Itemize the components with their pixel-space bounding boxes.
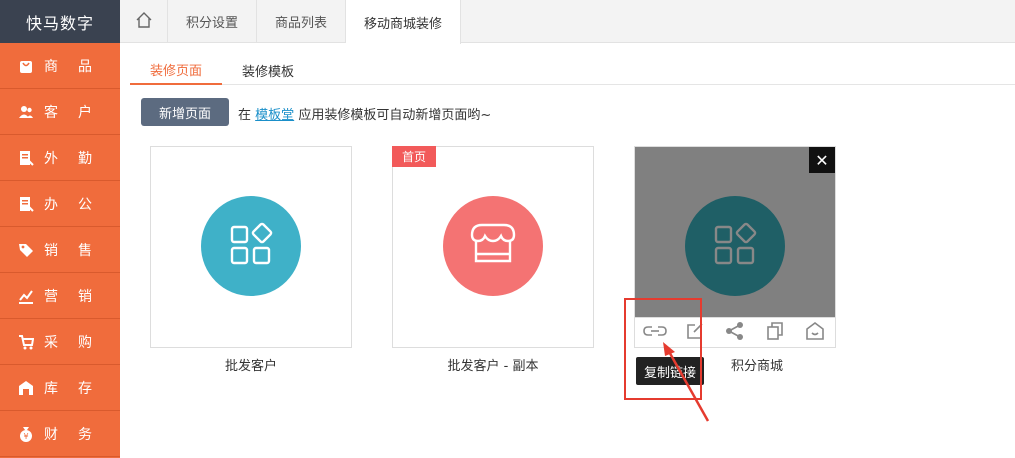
storefront-icon — [467, 221, 519, 271]
house-icon — [805, 321, 825, 345]
subtab-decoration-pages[interactable]: 装修页面 — [130, 55, 223, 85]
sidebar-item-office[interactable]: 办公 — [0, 181, 120, 227]
tab-mobile-mall-decoration[interactable]: 移动商城装修 — [346, 0, 462, 44]
sidebar-item-label: 财务 — [44, 426, 112, 443]
clipboard-icon — [18, 150, 34, 166]
sidebar-item-field[interactable]: 外勤 — [0, 135, 120, 181]
edit-icon — [686, 322, 704, 344]
apps-icon — [710, 219, 760, 273]
svg-text:¥: ¥ — [23, 432, 28, 441]
sidebar: 快马数字 商品 客户 外勤 办公 销售 营销 采购 库存 ¥ 财务 — [0, 0, 120, 458]
share-page-button[interactable] — [723, 321, 747, 345]
share-icon — [725, 321, 745, 345]
set-homepage-button[interactable] — [803, 321, 827, 345]
home-icon — [135, 11, 153, 33]
close-icon: ✕ — [815, 150, 829, 170]
bag-icon — [18, 58, 34, 74]
warehouse-icon — [18, 380, 34, 396]
sidebar-item-label: 采购 — [44, 334, 112, 351]
copy-icon — [766, 321, 784, 344]
sidebar-item-label: 库存 — [44, 380, 112, 397]
duplicate-page-button[interactable] — [763, 321, 787, 345]
sidebar-item-label: 外勤 — [44, 150, 112, 167]
tag-icon — [18, 242, 34, 258]
sidebar-item-label: 销售 — [44, 242, 112, 259]
money-bag-icon: ¥ — [18, 426, 34, 442]
hint-suffix: 应用装修模板可自动新增页面哟~ — [298, 108, 492, 123]
page-card-3[interactable]: ✕ — [634, 146, 836, 348]
users-icon — [18, 104, 34, 120]
sidebar-item-sales[interactable]: 销售 — [0, 227, 120, 273]
sidebar-item-inventory[interactable]: 库存 — [0, 365, 120, 411]
copy-link-tooltip: 复制链接 — [636, 357, 705, 385]
sidebar-item-purchase[interactable]: 采购 — [0, 319, 120, 365]
brand-logo: 快马数字 — [0, 0, 120, 43]
page-card-label: 批发客户 - 副本 — [447, 359, 539, 374]
template-hall-link[interactable]: 模板堂 — [255, 108, 294, 123]
subtab-bar: 装修页面 装修模板 — [130, 55, 1015, 85]
sidebar-item-finance[interactable]: ¥ 财务 — [0, 411, 120, 457]
sidebar-item-label: 营销 — [44, 288, 112, 305]
clipboard-icon — [18, 196, 34, 212]
apps-icon — [226, 219, 276, 273]
link-icon — [643, 324, 667, 342]
page-card-2[interactable]: 首页 — [392, 146, 594, 348]
new-page-button[interactable]: 新增页面 — [141, 98, 229, 126]
cart-icon — [18, 334, 34, 350]
tab-product-list[interactable]: 商品列表 — [257, 0, 347, 43]
edit-page-button[interactable] — [683, 321, 707, 345]
hint-prefix: 在 — [238, 108, 252, 123]
chart-icon — [18, 288, 34, 304]
subtab-decoration-templates[interactable]: 装修模板 — [222, 55, 314, 85]
sidebar-item-label: 客户 — [44, 104, 112, 121]
card-toolbar — [635, 317, 835, 347]
sidebar-item-customers[interactable]: 客户 — [0, 89, 120, 135]
top-tab-bar: 积分设置 商品列表 移动商城装修 — [120, 0, 1015, 44]
sidebar-item-label: 办公 — [44, 196, 112, 213]
sidebar-item-products[interactable]: 商品 — [0, 43, 120, 89]
sidebar-item-marketing[interactable]: 营销 — [0, 273, 120, 319]
page-card-label: 批发客户 — [224, 359, 277, 374]
sidebar-item-label: 商品 — [44, 58, 112, 75]
tab-points-settings[interactable]: 积分设置 — [168, 0, 258, 43]
page-thumbnail — [443, 196, 543, 296]
delete-page-button[interactable]: ✕ — [809, 147, 835, 173]
page-card-1[interactable] — [150, 146, 352, 348]
page-thumbnail — [685, 196, 785, 296]
template-hint: 在 模板堂 应用装修模板可自动新增页面哟~ — [238, 104, 491, 123]
page-thumbnail — [201, 196, 301, 296]
tab-home[interactable] — [120, 0, 168, 43]
copy-link-button[interactable] — [643, 321, 667, 345]
homepage-badge: 首页 — [392, 146, 437, 167]
